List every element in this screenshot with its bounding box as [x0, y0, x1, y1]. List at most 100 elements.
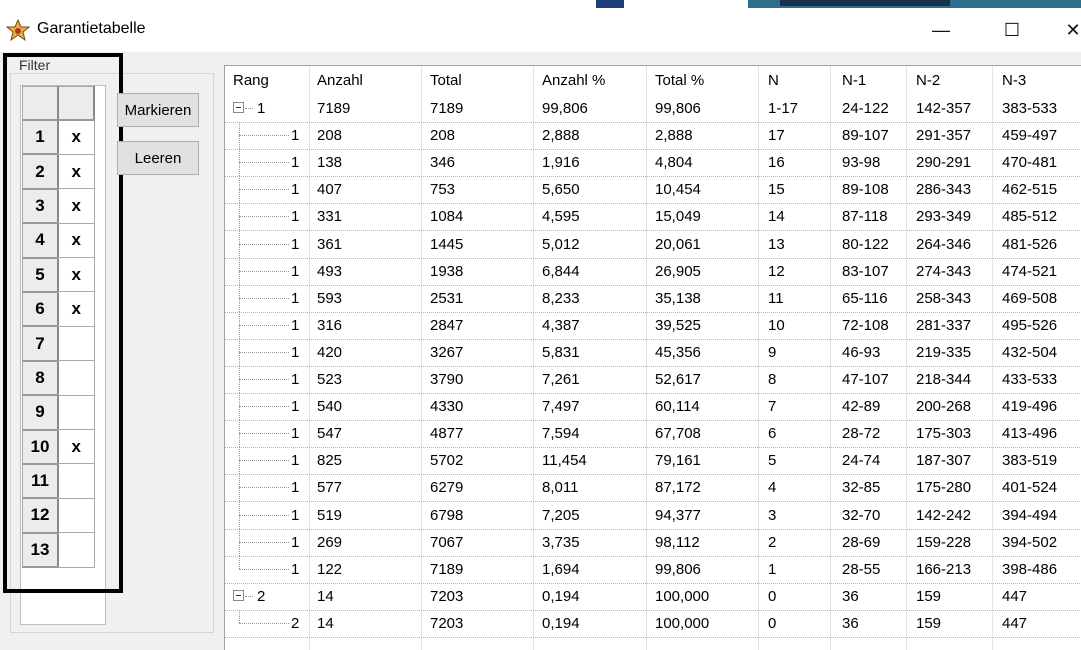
markieren-button[interactable]: Markieren — [117, 93, 199, 127]
cell-rang: 1 — [291, 425, 300, 443]
table-cell: 99,806 — [542, 100, 588, 117]
column-header[interactable]: Anzahl % — [542, 72, 605, 89]
table-header: Rang Anzahl Total Anzahl % Total % N N-1 N-2 N-3 — [225, 66, 1081, 93]
cell-rang: 1 — [291, 235, 300, 253]
tree-child-row[interactable]: 1 331 1084 4,595 15,049 14 87-118 293-349 485-51… — [225, 203, 1081, 232]
table-cell: 469-508 — [1002, 289, 1058, 307]
tree-child-row[interactable]: 1 540 4330 7,497 60,114 7 42-89 200-268 419-496 — [225, 393, 1081, 422]
column-header[interactable]: N-3 — [1002, 72, 1026, 89]
table-cell: 99,806 — [655, 560, 701, 578]
table-cell: 166-213 — [916, 560, 972, 578]
table-cell: 7189 — [317, 100, 351, 117]
tree-child-row[interactable]: 1 825 5702 11,454 79,161 5 24-74 187-307 383-519 — [225, 447, 1081, 476]
table-cell: 89-107 — [842, 127, 889, 145]
tree-child-row[interactable]: 1 593 2531 8,233 35,138 11 65-116 258-343 469-50… — [225, 284, 1081, 313]
cell-rang: 2 — [291, 614, 300, 632]
tree-connector — [239, 243, 289, 245]
table-cell: 32-85 — [842, 479, 881, 497]
table-cell: 7203 — [430, 587, 464, 605]
table-cell: 80-122 — [842, 235, 889, 253]
table-cell: 15 — [768, 181, 785, 199]
table-cell: 481-526 — [1002, 235, 1058, 253]
tree-child-row[interactable]: 1 138 346 1,916 4,804 16 93-98 290-291 470-481 — [225, 149, 1081, 178]
tree-connector — [239, 270, 289, 272]
table-cell: 1-17 — [768, 100, 799, 117]
cell-rang: 1 — [291, 154, 300, 172]
cell-rang: 1 — [291, 208, 300, 226]
table-cell: 753 — [430, 181, 456, 199]
table-cell: 493 — [317, 262, 343, 280]
column-header[interactable]: Rang — [233, 72, 269, 89]
column-header[interactable]: N-1 — [842, 72, 866, 89]
tree-connector — [239, 406, 289, 408]
table-cell: 35,138 — [655, 289, 701, 307]
cell-rang: 1 — [291, 479, 300, 497]
table-cell: 258-343 — [916, 289, 972, 307]
tree-child-row[interactable]: 1 208 208 2,888 2,888 17 89-107 291-357 459-497 — [225, 122, 1081, 151]
table-cell: 459-497 — [1002, 127, 1058, 145]
guarantee-table[interactable]: Rang Anzahl Total Anzahl % Total % N N-1 N-2 N-3… — [224, 65, 1081, 650]
table-cell: 6 — [768, 425, 777, 443]
tree-child-row[interactable]: 1 269 7067 3,735 98,112 2 28-69 159-228 394-502 — [225, 528, 1081, 557]
tree-child-row[interactable]: 1 523 3790 7,261 52,617 8 47-107 218-344 433-533 — [225, 366, 1081, 394]
close-button[interactable]: ✕ — [1058, 8, 1081, 52]
table-cell: 159-228 — [916, 533, 972, 551]
maximize-button[interactable]: ☐ — [989, 8, 1035, 52]
collapse-toggle-icon[interactable] — [233, 102, 244, 113]
title-bar[interactable]: Garantietabelle — ☐ ✕ — [0, 8, 1081, 52]
column-header[interactable]: Total % — [655, 72, 704, 89]
tree-child-row[interactable]: 1 547 4877 7,594 67,708 6 28-72 175-303 413-496 — [225, 420, 1081, 449]
column-header[interactable]: Anzahl — [317, 72, 363, 89]
tree-child-row[interactable]: 1 122 7189 1,694 99,806 1 28-55 166-213 398-486 — [225, 555, 1081, 584]
table-cell: 1084 — [430, 208, 464, 226]
tree-child-row[interactable]: 1 361 1445 5,012 20,061 13 80-122 264-346 481-52… — [225, 230, 1081, 259]
tree-child-row[interactable]: 1 407 753 5,650 10,454 15 89-108 286-343 462-515 — [225, 176, 1081, 205]
table-cell: 1,694 — [542, 560, 580, 578]
tree-child-row[interactable]: 1 577 6279 8,011 87,172 4 32-85 175-280 401-524 — [225, 474, 1081, 503]
tree-child-row[interactable]: 1 493 1938 6,844 26,905 12 83-107 274-343 474-52… — [225, 257, 1081, 286]
tree-parent-row[interactable]: 1 7189 7189 99,806 99,806 1-17 24-122 142-357 38… — [225, 95, 1081, 123]
table-cell: 218-344 — [916, 371, 972, 388]
table-cell: 46-93 — [842, 343, 881, 361]
table-cell: 24-74 — [842, 452, 881, 470]
table-cell: 433-533 — [1002, 371, 1058, 388]
minimize-button[interactable]: — — [918, 8, 964, 52]
column-header[interactable]: N — [768, 72, 779, 89]
table-cell: 5 — [768, 452, 777, 470]
table-cell: 6798 — [430, 506, 464, 524]
table-cell: 87-118 — [842, 208, 888, 226]
cell-rang: 1 — [291, 316, 300, 334]
table-cell: 208 — [430, 127, 456, 145]
table-cell: 5,831 — [542, 343, 580, 361]
tree-connector — [239, 555, 240, 569]
table-cell: 293-349 — [916, 208, 972, 226]
tree-child-row[interactable]: 1 316 2847 4,387 39,525 10 72-108 281-337 495-52… — [225, 311, 1081, 340]
cell-rang: 1 — [291, 127, 300, 145]
table-cell: 11 — [768, 289, 784, 307]
table-cell: 17 — [768, 127, 785, 145]
cell-rang: 1 — [291, 506, 300, 524]
table-cell: 316 — [317, 316, 343, 334]
table-cell: 6,844 — [542, 262, 580, 280]
column-header[interactable]: N-2 — [916, 72, 940, 89]
collapse-toggle-icon[interactable] — [233, 589, 244, 601]
tree-parent-row[interactable]: 2 14 7203 0,194 100,000 0 36 159 447 — [225, 583, 1081, 611]
tree-child-row[interactable]: 2 14 7203 0,194 100,000 0 36 159 447 — [225, 609, 1081, 638]
table-cell: 32-70 — [842, 506, 881, 524]
table-cell: 87,172 — [655, 479, 701, 497]
table-cell: 20,061 — [655, 235, 701, 253]
table-cell: 0 — [768, 587, 777, 605]
table-cell: 485-512 — [1002, 208, 1058, 226]
tree-connector — [239, 324, 289, 326]
leeren-button[interactable]: Leeren — [117, 141, 199, 175]
table-cell: 28-72 — [842, 425, 881, 443]
tree-child-row[interactable]: 1 519 6798 7,205 94,377 3 32-70 142-242 394-494 — [225, 501, 1081, 530]
table-cell: 60,114 — [655, 398, 700, 416]
table-cell: 5,650 — [542, 181, 580, 199]
table-cell: 39,525 — [655, 316, 701, 334]
column-header[interactable]: Total — [430, 72, 462, 89]
table-cell: 42-89 — [842, 398, 881, 416]
tree-child-row[interactable]: 1 420 3267 5,831 45,356 9 46-93 219-335 432-504 — [225, 338, 1081, 367]
table-cell: 290-291 — [916, 154, 972, 172]
table-cell: 4,804 — [655, 154, 693, 172]
